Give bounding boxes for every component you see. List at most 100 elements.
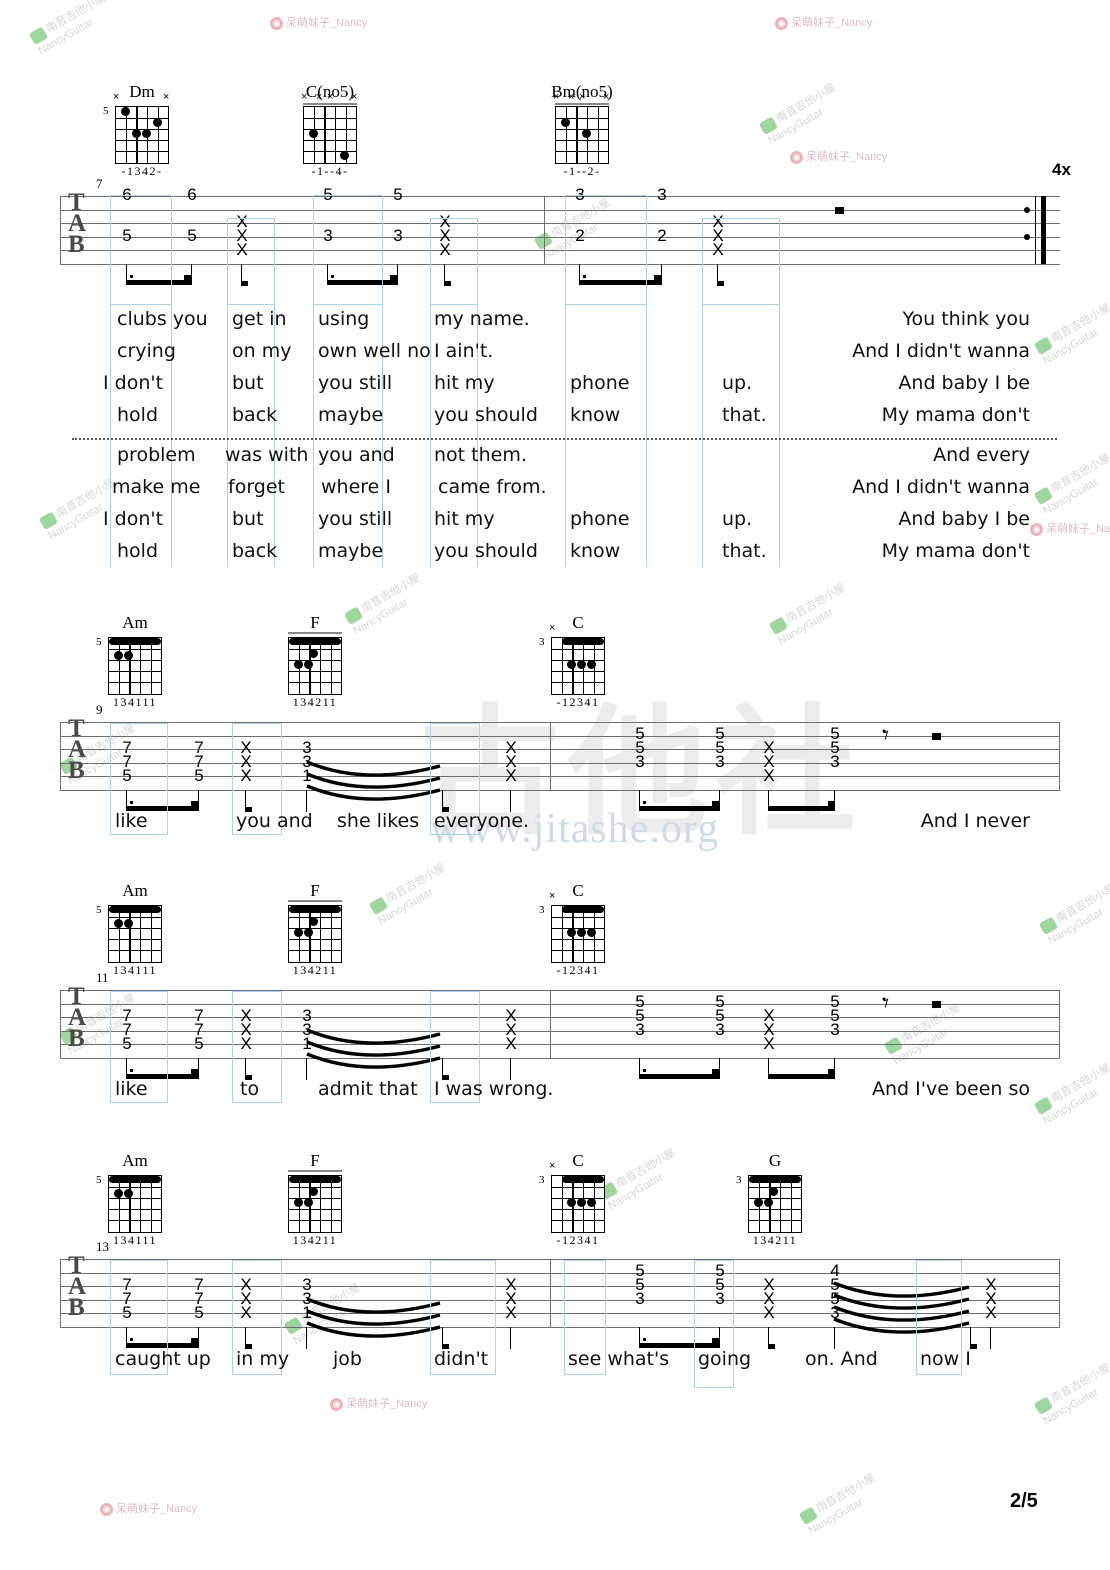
watermark-nancy: 南音吉他小屋 NancyGuitar (798, 1471, 886, 1539)
base-fret-label: 3 (539, 636, 545, 648)
lyric-cell: not them. (434, 444, 527, 466)
tab-staff-3: 11 T A B 7 7 5 7 7 5 X X X 3 3 1 X X X 5… (60, 970, 1061, 1080)
chord-name: C (572, 613, 584, 632)
lyric-cell: phone (570, 372, 630, 394)
chord-fingering: 134111 (112, 963, 158, 977)
watermark-nancy: 南音吉他小屋 NancyGuitar (758, 81, 846, 149)
lyric-cell: hit my (434, 372, 495, 394)
lyric-cell: problem (117, 444, 196, 466)
chord-fingering: 134211 (292, 1233, 338, 1247)
lyric-cell: I don't (103, 508, 164, 530)
watermark-nancy: 南音吉他小屋 NancyGuitar (28, 0, 116, 59)
tab-staff-4: 13 T A B 7 7 5 7 7 5 X X X 3 3 1 X X X 5… (60, 1239, 1061, 1349)
strum-arc (306, 1297, 441, 1338)
chord-name: C (572, 1151, 584, 1170)
watermark-nancy: 南音吉他小屋 NancyGuitar (1033, 1061, 1110, 1129)
chord-fingering: 134111 (112, 1233, 158, 1247)
lyric-cell: you still (318, 372, 393, 394)
lyric-highlight-box (702, 218, 780, 305)
lyric-cell: know (570, 404, 621, 426)
lyric-cell: And I've been so (872, 1078, 1030, 1100)
watermark-nancy: 南音吉他小屋 NancyGuitar (1033, 301, 1110, 369)
watermark-nancy: 南音吉他小屋 NancyGuitar (598, 1146, 686, 1214)
lyric-cell: you and (236, 810, 313, 832)
lyric-cell: And baby I be (898, 372, 1030, 394)
chord-name: F (310, 1151, 320, 1170)
repeat-count-label: 4x (1052, 160, 1071, 179)
chord-name: Am (122, 613, 148, 632)
base-fret-label: 3 (539, 904, 545, 916)
base-fret-label: 5 (96, 904, 102, 916)
watermark-weibo: ◉呆萌妹子_Nancy (775, 14, 872, 30)
lyric-cell: You think you (902, 308, 1030, 330)
chord-name: Dm (129, 82, 155, 101)
lyric-cell: My mama don't (881, 404, 1030, 426)
lyric-highlight-box (227, 218, 275, 305)
watermark-weibo: ◉呆萌妹子_Nancy (790, 148, 887, 164)
lyric-cell: know (570, 540, 621, 562)
lyric-cell: that. (722, 540, 767, 562)
watermark-nancy: 南音吉他小屋 NancyGuitar (1038, 881, 1110, 949)
measure-number: 9 (96, 702, 103, 717)
fretboard-grid (108, 637, 162, 695)
chord-fingering: -1--4- (311, 164, 349, 178)
chord-diagram-c: C × 3 -12341 (539, 1151, 605, 1247)
chord-diagram-cno5: C(no5) × × × × -1--4- (301, 82, 358, 178)
lyric-cell: up. (722, 508, 753, 530)
measure-number: 7 (96, 176, 103, 191)
lyric-cell: crying (117, 340, 176, 362)
fretboard-grid (108, 905, 162, 963)
chord-diagram-dm: Dm × × 5 -1342- (103, 82, 169, 178)
watermark-nancy: 南音吉他小屋 NancyGuitar (343, 571, 431, 639)
chord-name: Am (122, 881, 148, 900)
lyric-cell: back (232, 540, 278, 562)
lyric-highlight-box (565, 195, 647, 305)
lyric-cell: where I (321, 476, 391, 498)
lyric-cell: get in (232, 308, 287, 330)
muted-string-icon: × (113, 91, 120, 103)
lyric-cell: make me (112, 476, 201, 498)
chord-diagram-f: F 134211 (288, 1151, 342, 1247)
lyric-cell: back (232, 404, 278, 426)
lyric-cell: And I didn't wanna (852, 340, 1030, 362)
lyric-cell: you and (318, 444, 395, 466)
base-fret-label: 3 (539, 1174, 545, 1186)
fretboard-grid (108, 1175, 162, 1233)
lyric-cell: to (240, 1078, 260, 1100)
lyric-cell: own well no (318, 340, 431, 362)
page-number: 2/5 (1010, 1490, 1038, 1512)
lyric-cell: And baby I be (898, 508, 1030, 530)
lyric-cell: now I (920, 1348, 971, 1370)
lyric-cell: like (115, 810, 148, 832)
chord-name: F (310, 613, 320, 632)
chord-name: Am (122, 1151, 148, 1170)
lyric-cell: going (698, 1348, 752, 1370)
lyric-cell: And every (933, 444, 1030, 466)
chord-fingering: -12341 (556, 1233, 600, 1247)
lyric-cell: job (333, 1348, 362, 1370)
lyric-cell: And I didn't wanna (852, 476, 1030, 498)
chord-fingering: 134211 (752, 1233, 798, 1247)
lyric-cell: came from. (438, 476, 547, 498)
lyric-cell: you still (318, 508, 393, 530)
lyric-cell: forget (228, 476, 285, 498)
muted-string-icon: × (549, 1160, 556, 1172)
watermark-weibo: ◉呆萌妹子_Nancy (100, 1500, 197, 1516)
lyric-cell: admit that (318, 1078, 418, 1100)
tab-sheet-page: 南音吉他小屋 NancyGuitar ◉ 呆萌妹子_Nancy ◉ 呆萌妹子_Nan… (0, 0, 1110, 1570)
muted-string-icon: × (549, 890, 556, 902)
lyric-cell: that. (722, 404, 767, 426)
chord-diagram-c: C × 3 -12341 (539, 881, 605, 977)
lyric-cell: phone (570, 508, 630, 530)
lyric-cell: in my (236, 1348, 290, 1370)
watermark-weibo: ◉呆萌妹子_Nancy (330, 1395, 427, 1411)
lyric-cell: clubs you (117, 308, 208, 330)
lyric-cell: My mama don't (881, 540, 1030, 562)
lyric-cell: everyone. (434, 810, 530, 832)
base-fret-label: 5 (96, 636, 102, 648)
chord-name: G (768, 1151, 782, 1170)
lyric-highlight-box (313, 195, 383, 305)
watermark-nancy: 南音吉他小屋 NancyGuitar (1033, 451, 1110, 519)
chord-diagram-bmno5: Bm(no5) × × × × -1--2- (551, 82, 613, 178)
chord-fingering: -12341 (556, 695, 600, 709)
